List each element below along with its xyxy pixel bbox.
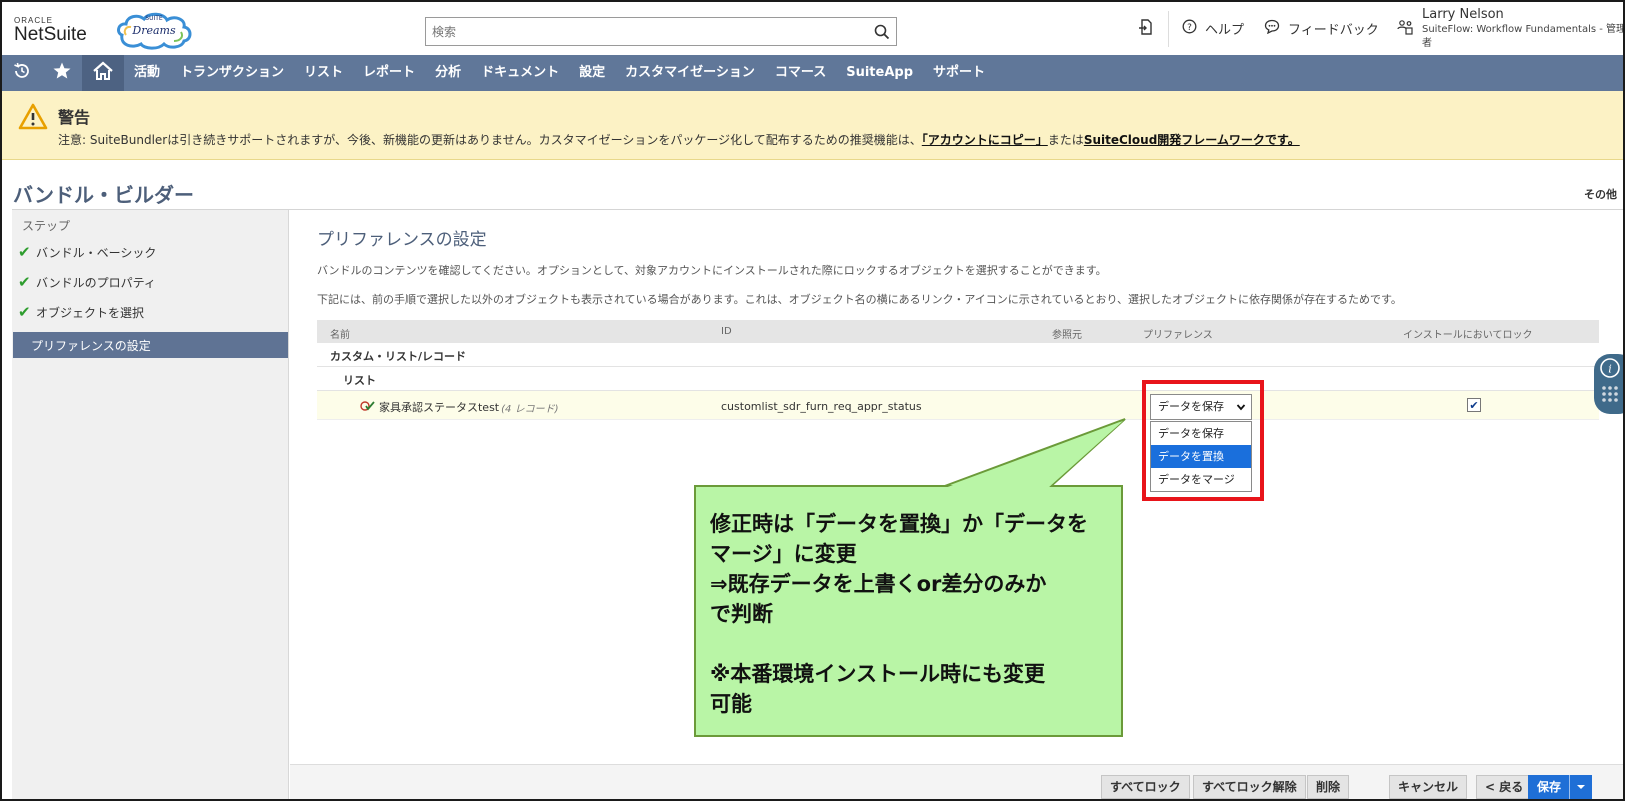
step-set-preferences[interactable]: プリファレンスの設定 (13, 332, 288, 358)
highlight-box (1142, 380, 1264, 501)
objects-table: 名前 ID 参照元 プリファレンス インストールにおいてロック カスタム・リスト… (317, 320, 1599, 420)
document-arrow-icon (1137, 18, 1155, 40)
nav-item-setup[interactable]: 設定 (569, 55, 615, 91)
lock-all-button[interactable]: すべてロック (1101, 775, 1190, 799)
help-link[interactable]: ? ヘルプ (1182, 19, 1244, 38)
global-search[interactable] (425, 17, 897, 46)
nav-item-support[interactable]: サポート (923, 55, 995, 91)
side-help-widget[interactable]: i (1594, 354, 1623, 414)
sdf-link[interactable]: SuiteCloud開発フレームワークです。 (1084, 133, 1300, 147)
row-name-cell: 家具承認ステータスtest (4 レコード) (360, 399, 558, 415)
warning-text-prefix: 注意: SuiteBundlerは引き続きサポートされますが、今後、新機能の更新… (58, 133, 922, 147)
suite-dreams-badge: SUITE Dreams (114, 11, 194, 51)
unlock-all-button[interactable]: すべてロック解除 (1193, 775, 1306, 799)
nav-item-commerce[interactable]: コマース (765, 55, 836, 91)
nav-item-reports[interactable]: レポート (353, 55, 425, 91)
steps-heading: ステップ (22, 219, 71, 233)
nav-item-transactions[interactable]: トランザクション (170, 55, 294, 91)
step-bundle-properties[interactable]: ✔ バンドルのプロパティ (18, 270, 156, 294)
nav-item-activities[interactable]: 活動 (124, 55, 170, 91)
footer-bar: すべてロック すべてロック解除 削除 キャンセル < 戻る 保存 (290, 764, 1623, 799)
user-name: Larry Nelson (1422, 6, 1504, 22)
step-label: プリファレンスの設定 (31, 338, 151, 353)
recent-history-button[interactable] (2, 55, 42, 91)
step-label: オブジェクトを選択 (36, 305, 145, 320)
step-label: バンドル・ベーシック (36, 245, 157, 260)
search-input[interactable] (426, 18, 856, 45)
step-bundle-basics[interactable]: ✔ バンドル・ベーシック (18, 240, 156, 264)
svg-text:i: i (1608, 363, 1612, 376)
group-label: リスト (343, 374, 376, 387)
svg-text:?: ? (1187, 23, 1192, 33)
checkmark-icon: ✔ (18, 243, 31, 261)
home-button[interactable] (82, 55, 124, 91)
warning-triangle-icon (18, 103, 48, 134)
description-2: 下記には、前の手順で選択した以外のオブジェクトも表示されている場合があります。こ… (317, 293, 1402, 306)
group-row-lists: リスト (317, 367, 1599, 391)
feedback-label: フィードバック (1288, 23, 1379, 38)
home-icon (92, 61, 114, 85)
app-frame: ORACLE NetSuite SUITE Dreams 検索 ? ヘルプ フィ… (0, 0, 1625, 801)
save-button[interactable]: 保存 (1528, 775, 1593, 799)
recent-records-button[interactable] (1137, 2, 1155, 55)
steps-sidebar: ステップ ✔ バンドル・ベーシック ✔ バンドルのプロパティ ✔ オブジェクトを… (12, 210, 289, 799)
more-menu[interactable]: その他 (1584, 186, 1617, 202)
user-menu[interactable]: Larry Nelson SuiteFlow: Workflow Fundame… (1397, 2, 1625, 55)
warning-text-mid: または (1047, 133, 1084, 147)
checkmark-icon: ✔ (18, 273, 31, 291)
netsuite-logo[interactable]: ORACLE NetSuite (14, 16, 87, 45)
col-referenced-by[interactable]: 参照元 (1052, 326, 1082, 341)
top-header: ORACLE NetSuite SUITE Dreams 検索 ? ヘルプ フィ… (2, 2, 1625, 55)
table-header: 名前 ID 参照元 プリファレンス インストールにおいてロック (317, 320, 1599, 343)
table-row: 家具承認ステータスtest (4 レコード) customlist_sdr_fu… (317, 391, 1599, 420)
warning-message: 注意: SuiteBundlerは引き続きサポートされますが、今後、新機能の更新… (58, 131, 1300, 148)
description-1: バンドルのコンテンツを確認してください。オプションとして、対象アカウントにインス… (317, 264, 1107, 277)
annotation-callout: 修正時は「データを置換」か「データを マージ」に変更 ⇒既存データを上書くor差… (694, 485, 1123, 737)
col-lock-on-install[interactable]: インストールにおいてロック (1403, 326, 1533, 341)
warning-banner: 警告 注意: SuiteBundlerは引き続きサポートされますが、今後、新機能… (2, 91, 1623, 160)
step-select-objects[interactable]: ✔ オブジェクトを選択 (18, 300, 144, 324)
callout-text: 修正時は「データを置換」か「データを マージ」に変更 ⇒既存データを上書くor差… (710, 512, 1088, 716)
col-preference[interactable]: プリファレンス (1143, 326, 1213, 341)
back-button[interactable]: < 戻る (1476, 775, 1533, 799)
record-count: (4 レコード) (501, 403, 559, 415)
lock-on-install-checkbox[interactable]: ✔ (1467, 398, 1481, 412)
col-id[interactable]: ID (721, 326, 732, 337)
search-icon[interactable] (874, 24, 890, 44)
chat-bubble-icon (1264, 19, 1280, 38)
user-role-icon (1397, 19, 1413, 39)
warning-title: 警告 (58, 108, 91, 127)
badge-dreams-text: Dreams (132, 24, 176, 37)
history-icon (12, 61, 32, 85)
col-name[interactable]: 名前 (330, 326, 350, 341)
nav-item-customization[interactable]: カスタマイゼーション (615, 55, 765, 91)
dependency-link-icon[interactable] (360, 400, 376, 415)
star-icon (52, 61, 72, 85)
user-role: SuiteFlow: Workflow Fundamentals - 管理者 (1422, 23, 1625, 49)
nav-item-suiteapp[interactable]: SuiteApp (836, 55, 923, 91)
logo-netsuite-text: NetSuite (14, 24, 87, 45)
cancel-button[interactable]: キャンセル (1389, 775, 1468, 799)
main-nav: 活動 トランザクション リスト レポート 分析 ドキュメント 設定 カスタマイゼ… (2, 55, 1623, 91)
favorites-button[interactable] (42, 55, 82, 91)
object-name: 家具承認ステータスtest (379, 401, 500, 414)
page-title: バンドル・ビルダー (13, 183, 194, 207)
object-id: customlist_sdr_furn_req_appr_status (721, 400, 922, 413)
nav-item-lists[interactable]: リスト (294, 55, 353, 91)
save-label: 保存 (1537, 780, 1562, 794)
group-row-custom-lists: カスタム・リスト/レコード (317, 343, 1599, 367)
step-label: バンドルのプロパティ (36, 275, 156, 290)
nav-item-documents[interactable]: ドキュメント (471, 55, 569, 91)
header-divider (1168, 11, 1169, 47)
help-label: ヘルプ (1205, 23, 1245, 38)
section-title: プリファレンスの設定 (317, 230, 487, 250)
save-menu-chevron-icon[interactable] (1569, 775, 1591, 799)
delete-button[interactable]: 削除 (1307, 775, 1350, 799)
feedback-link[interactable]: フィードバック (1264, 19, 1379, 38)
nav-item-analytics[interactable]: 分析 (425, 55, 471, 91)
checkmark-icon: ✔ (18, 303, 31, 321)
help-icon: ? (1182, 19, 1197, 38)
group-label: カスタム・リスト/レコード (330, 350, 467, 363)
copy-to-account-link[interactable]: 「アカウントにコピー」 (922, 133, 1048, 147)
